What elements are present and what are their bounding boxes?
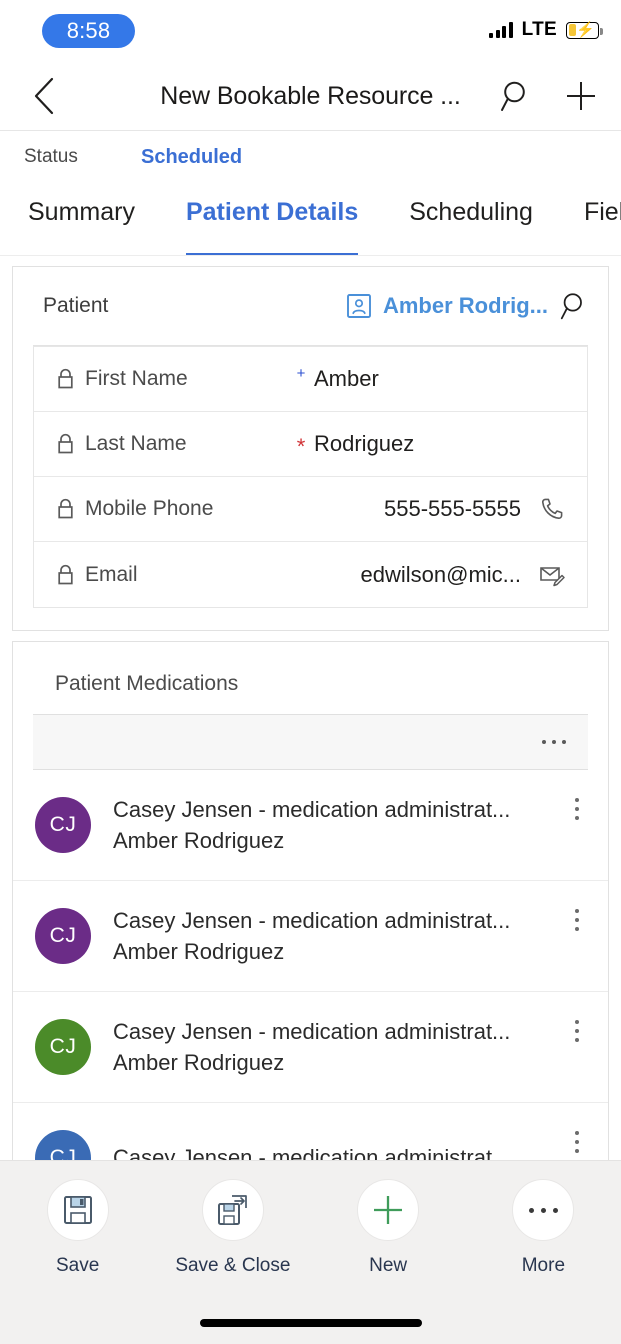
save-button[interactable]: Save [0, 1179, 155, 1277]
field-value-first-name: Amber [314, 366, 569, 392]
patient-lookup-chip[interactable]: Amber Rodrig... [346, 293, 548, 319]
avatar: CJ [35, 908, 91, 964]
ellipsis-horizontal-icon [529, 1208, 558, 1213]
patient-lookup-search-button[interactable] [560, 291, 590, 321]
call-phone-button[interactable] [535, 496, 569, 522]
patient-medications-title: Patient Medications [13, 642, 608, 714]
command-bar: Save Save & Close [0, 1160, 621, 1344]
phone-icon [539, 496, 565, 522]
battery-charging-icon: ⚡ [566, 22, 599, 39]
kebab-menu-icon[interactable] [564, 1020, 590, 1042]
medications-toolbar[interactable] [33, 714, 588, 770]
required-marker-last-name: * [288, 436, 314, 458]
mobile-app-screen: 8:58 LTE ⚡ New Bookable Resource ... [0, 0, 621, 1344]
search-icon [500, 79, 534, 113]
tab-summary[interactable]: Summary [28, 183, 135, 256]
tab-summary-label: Summary [28, 198, 135, 226]
field-value-last-name: Rodriguez [314, 431, 569, 457]
new-button-label: New [369, 1255, 407, 1277]
new-button[interactable]: New [311, 1179, 466, 1277]
list-item-primary-text: Casey Jensen - medication administrat... [113, 1016, 564, 1047]
tab-scheduling-label: Scheduling [409, 198, 533, 226]
avatar: CJ [35, 1130, 91, 1160]
field-label-email: Email [85, 563, 138, 587]
lock-icon [56, 368, 75, 390]
ellipsis-horizontal-icon[interactable] [542, 740, 566, 744]
status-bar-indicators: LTE ⚡ [489, 19, 599, 41]
record-status-row: Status Scheduled [0, 131, 621, 183]
navigation-bar: New Bookable Resource ... [0, 62, 621, 130]
field-value-mobile-phone: 555-555-5555 [288, 496, 535, 522]
field-label-first-name: First Name [85, 367, 188, 391]
tab-field-service[interactable]: Field S [584, 183, 621, 256]
list-item[interactable]: CJ Casey Jensen - medication administrat… [13, 881, 608, 992]
patient-details-card: Patient Amber Rodrig... [12, 266, 609, 631]
compose-email-button[interactable] [535, 563, 569, 587]
kebab-menu-icon[interactable] [564, 1131, 590, 1153]
list-item-secondary-text: Amber Rodriguez [113, 936, 564, 967]
avatar: CJ [35, 1019, 91, 1075]
contact-card-icon [346, 293, 372, 319]
patient-lookup-row[interactable]: Patient Amber Rodrig... [13, 267, 608, 345]
patient-lookup-value: Amber Rodrig... [383, 293, 548, 319]
record-status-label: Status [24, 146, 78, 168]
tab-patient-details-label: Patient Details [186, 198, 358, 226]
add-record-button[interactable] [559, 74, 603, 118]
status-bar-time: 8:58 [67, 18, 111, 44]
kebab-menu-icon[interactable] [564, 798, 590, 820]
tab-scheduling[interactable]: Scheduling [409, 183, 533, 256]
field-row-first-name[interactable]: First Name + Amber [34, 347, 587, 412]
list-item[interactable]: CJ Casey Jensen - medication administrat… [13, 770, 608, 881]
chevron-left-icon [33, 77, 55, 115]
list-item-primary-text: Casey Jensen - medication administrat... [113, 794, 564, 825]
field-row-mobile-phone[interactable]: Mobile Phone 555-555-5555 [34, 477, 587, 542]
status-bar-time-pill[interactable]: 8:58 [42, 14, 135, 48]
field-row-last-name[interactable]: Last Name * Rodriguez [34, 412, 587, 477]
list-item-secondary-text: Amber Rodriguez [113, 1047, 564, 1078]
form-scroll-area[interactable]: Patient Amber Rodrig... [0, 256, 621, 1160]
field-value-email: edwilson@mic... [288, 562, 535, 588]
search-icon [560, 291, 590, 321]
patient-medications-card: Patient Medications CJ Casey Jensen - me… [12, 641, 609, 1160]
plus-icon [371, 1193, 405, 1227]
field-row-email[interactable]: Email edwilson@mic... [34, 542, 587, 607]
lock-icon [56, 498, 75, 520]
list-item-primary-text: Casey Jensen - medication administrat... [113, 1142, 564, 1160]
tab-patient-details[interactable]: Patient Details [186, 183, 358, 256]
kebab-menu-icon[interactable] [564, 909, 590, 931]
tab-strip[interactable]: Summary Patient Details Scheduling Field… [0, 183, 621, 256]
patient-fields-group: First Name + Amber Last Name * Rodriguez [33, 346, 588, 608]
field-label-last-name: Last Name [85, 432, 187, 456]
required-marker-first-name: + [288, 366, 314, 381]
signal-bars-icon [489, 22, 513, 38]
home-indicator [200, 1319, 422, 1327]
search-button[interactable] [497, 76, 537, 116]
save-floppy-icon [62, 1194, 94, 1226]
status-bar: 8:58 LTE ⚡ [0, 0, 621, 62]
list-item-primary-text: Casey Jensen - medication administrat... [113, 905, 564, 936]
save-and-close-button[interactable]: Save & Close [155, 1179, 310, 1277]
save-and-close-icon [217, 1194, 249, 1226]
plus-icon [564, 79, 598, 113]
network-type-label: LTE [522, 19, 557, 41]
back-button[interactable] [22, 74, 66, 118]
save-and-close-button-label: Save & Close [175, 1255, 290, 1277]
patient-lookup-label: Patient [43, 294, 108, 318]
lock-icon [56, 433, 75, 455]
list-item[interactable]: CJ Casey Jensen - medication administrat… [13, 992, 608, 1103]
list-item[interactable]: CJ Casey Jensen - medication administrat… [13, 1103, 608, 1160]
avatar: CJ [35, 797, 91, 853]
email-compose-icon [539, 563, 566, 587]
more-button-label: More [522, 1255, 565, 1277]
save-button-label: Save [56, 1255, 99, 1277]
tab-field-service-label: Field S [584, 198, 621, 226]
lock-icon [56, 564, 75, 586]
record-status-value[interactable]: Scheduled [141, 146, 242, 169]
list-item-secondary-text: Amber Rodriguez [113, 825, 564, 856]
medications-list[interactable]: CJ Casey Jensen - medication administrat… [13, 770, 608, 1160]
more-button[interactable]: More [466, 1179, 621, 1277]
field-label-mobile-phone: Mobile Phone [85, 497, 213, 521]
